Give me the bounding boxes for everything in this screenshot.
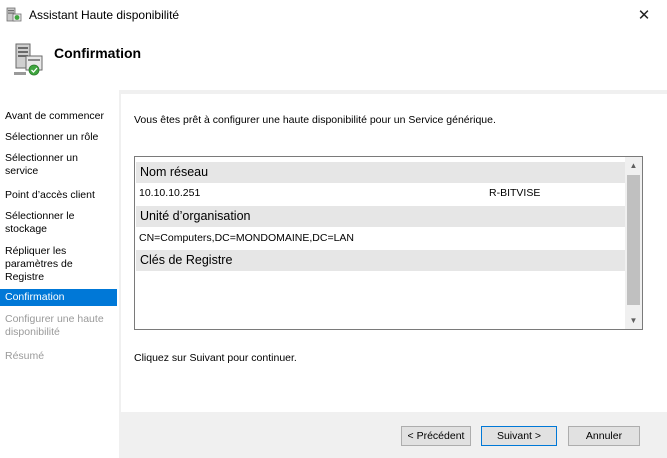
- content-panel: Vous êtes prêt à configurer une haute di…: [121, 94, 667, 412]
- wizard-body: Avant de commencer Sélectionner un rôle …: [0, 90, 667, 458]
- previous-button[interactable]: < Précédent: [401, 426, 471, 446]
- title-bar: Assistant Haute disponibilité ✕: [0, 0, 667, 30]
- network-name-value: R-BITVISE: [489, 187, 541, 199]
- organizational-unit-value: CN=Computers,DC=MONDOMAINE,DC=LAN: [139, 232, 355, 244]
- next-button[interactable]: Suivant >: [481, 426, 557, 446]
- nav-step-confirmation[interactable]: Confirmation: [0, 289, 117, 306]
- intro-text: Vous êtes prêt à configurer une haute di…: [134, 114, 496, 126]
- wizard-header: Confirmation: [0, 30, 667, 90]
- nav-step-configurer-haute-disponibilite: Configurer une haute disponibilité: [5, 313, 104, 338]
- close-icon: ✕: [637, 7, 651, 24]
- nav-step-selectionner-service[interactable]: Sélectionner un service: [0, 152, 117, 178]
- group-header-cles-registre: Clés de Registre: [136, 250, 626, 271]
- page-title: Confirmation: [54, 45, 142, 61]
- nav-step-point-acces-client[interactable]: Point d’accès client: [0, 189, 117, 202]
- scroll-up-icon[interactable]: ▲: [625, 157, 642, 174]
- vertical-scrollbar[interactable]: ▲ ▼: [625, 157, 642, 329]
- nav-step-resume: Résumé: [5, 350, 45, 362]
- close-button[interactable]: ✕: [621, 0, 667, 30]
- continue-instruction: Cliquez sur Suivant pour continuer.: [134, 352, 297, 364]
- network-name-ip: 10.10.10.251: [139, 187, 201, 199]
- group-header-nom-reseau: Nom réseau: [136, 162, 626, 183]
- cluster-wizard-icon: [6, 7, 22, 22]
- nav-step-avant-de-commencer[interactable]: Avant de commencer: [0, 110, 117, 123]
- scrollbar-thumb[interactable]: [627, 175, 640, 305]
- nav-step-repliquer-registre[interactable]: Répliquer les paramètres de Registre: [0, 245, 117, 284]
- cluster-wizard-icon: [14, 43, 43, 76]
- nav-step-selectionner-stockage[interactable]: Sélectionner le stockage: [0, 210, 117, 236]
- confirmation-list[interactable]: Nom réseau 10.10.10.251 R-BITVISE Unité …: [134, 156, 643, 330]
- wizard-steps-nav: Avant de commencer Sélectionner un rôle …: [0, 90, 120, 458]
- cancel-button[interactable]: Annuler: [568, 426, 640, 446]
- scroll-down-icon[interactable]: ▼: [625, 312, 642, 329]
- window-title: Assistant Haute disponibilité: [29, 8, 180, 22]
- group-header-unite-organisation: Unité d’organisation: [136, 206, 626, 227]
- nav-step-selectionner-role[interactable]: Sélectionner un rôle: [0, 131, 117, 144]
